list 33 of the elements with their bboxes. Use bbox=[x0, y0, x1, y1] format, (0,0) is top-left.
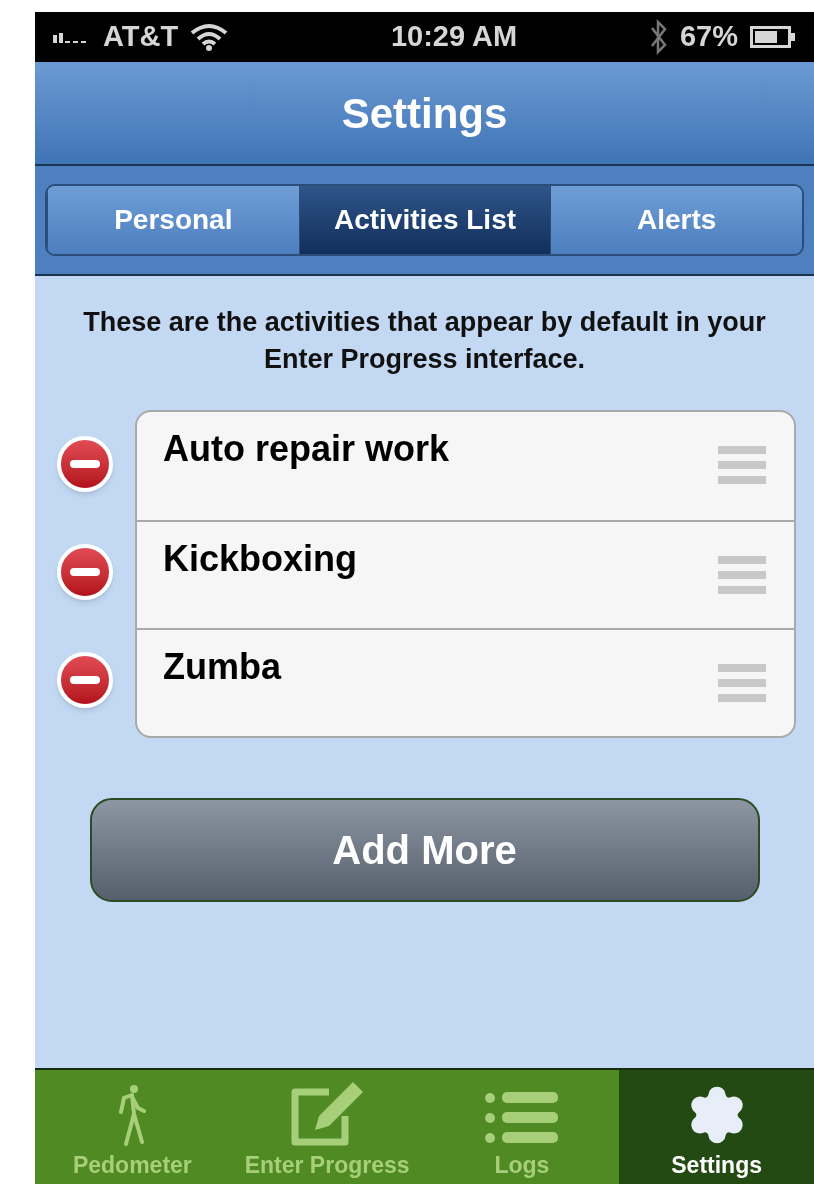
delete-button[interactable] bbox=[57, 544, 113, 600]
minus-icon bbox=[70, 460, 100, 468]
delete-button[interactable] bbox=[57, 436, 113, 492]
activity-name: Kickboxing bbox=[163, 537, 358, 581]
activity-row[interactable]: Kickboxing bbox=[137, 520, 794, 628]
clock-time: 10:29 AM bbox=[390, 19, 518, 55]
activity-row[interactable]: Auto repair work bbox=[137, 412, 794, 520]
battery-icon bbox=[750, 26, 796, 48]
activity-name: Auto repair work bbox=[163, 427, 450, 471]
segment-tab[interactable]: Alerts bbox=[550, 186, 802, 254]
reorder-handle-icon[interactable] bbox=[718, 556, 766, 594]
edit-icon bbox=[289, 1079, 366, 1146]
battery-percent: 67% bbox=[679, 19, 738, 55]
tab-bar-item[interactable]: Pedometer bbox=[35, 1070, 230, 1184]
segment-tab[interactable]: Personal bbox=[47, 186, 299, 254]
carrier-name: AT&T bbox=[103, 19, 179, 55]
add-more-button[interactable]: Add More bbox=[89, 798, 760, 902]
screen-title: Settings bbox=[341, 88, 508, 139]
list-icon bbox=[483, 1089, 560, 1146]
segment-tab[interactable]: Activities List bbox=[298, 186, 551, 254]
reorder-handle-icon[interactable] bbox=[718, 446, 766, 484]
minus-icon bbox=[70, 568, 100, 576]
tab-bar-item[interactable]: Settings bbox=[619, 1070, 814, 1184]
tab-bar-item[interactable]: Logs bbox=[424, 1070, 620, 1184]
wifi-icon bbox=[190, 23, 229, 51]
tab-bar-item[interactable]: Enter Progress bbox=[229, 1070, 425, 1184]
activity-row[interactable]: Zumba bbox=[137, 628, 794, 736]
minus-icon bbox=[70, 676, 100, 684]
activity-name: Zumba bbox=[163, 645, 281, 689]
delete-button[interactable] bbox=[57, 652, 113, 708]
reorder-handle-icon[interactable] bbox=[718, 664, 766, 702]
bluetooth-icon bbox=[649, 19, 668, 55]
description-text: These are the activities that appear by default in your Enter Progress interface. bbox=[82, 306, 767, 376]
